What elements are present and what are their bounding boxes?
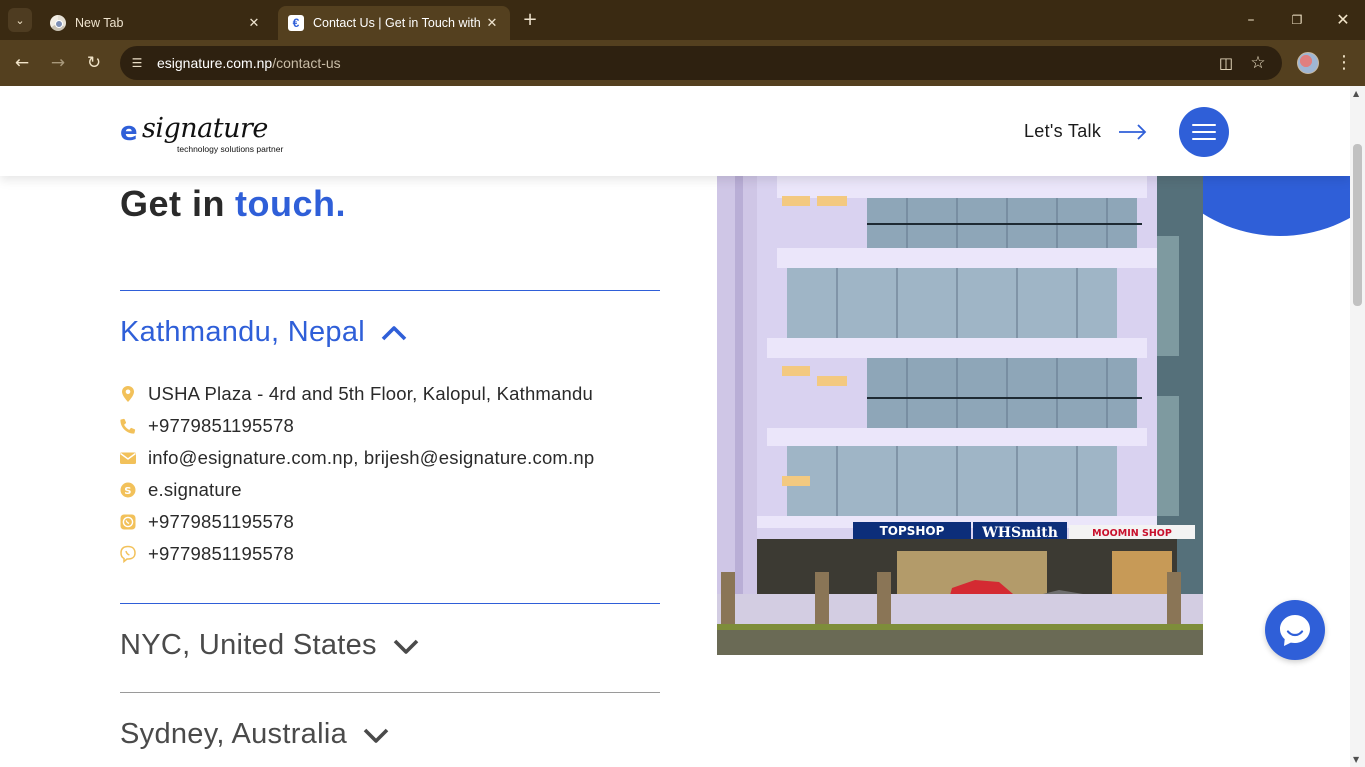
page-title-accent: touch. bbox=[235, 183, 346, 224]
scroll-up-icon[interactable]: ▲ bbox=[1353, 89, 1359, 98]
star-icon[interactable]: ☆ bbox=[1248, 53, 1268, 73]
profile-avatar[interactable] bbox=[1297, 52, 1319, 74]
accordion-nyc[interactable]: NYC, United States bbox=[120, 629, 419, 662]
accordion-sydney[interactable]: Sydney, Australia bbox=[120, 718, 389, 751]
browser-tab-strip: ⌄ New Tab ✕ € Contact Us | Get in Touch … bbox=[0, 0, 1365, 40]
site-logo[interactable]: e signature technology solutions partner bbox=[120, 113, 302, 156]
back-button[interactable]: ← bbox=[10, 51, 34, 75]
logo-wordmark: signature bbox=[142, 113, 268, 144]
arrow-left-icon: ← bbox=[14, 53, 30, 73]
skype-icon: S bbox=[119, 481, 137, 499]
hamburger-line bbox=[1192, 124, 1216, 126]
chevron-down-icon bbox=[393, 639, 419, 654]
minimize-button[interactable]: – bbox=[1228, 8, 1274, 32]
page-title: Get in touch. bbox=[120, 183, 346, 225]
close-icon[interactable]: ✕ bbox=[484, 15, 500, 31]
esignature-favicon: € bbox=[288, 15, 304, 31]
lets-talk-link[interactable]: Let's Talk bbox=[1024, 121, 1101, 142]
tab-title: New Tab bbox=[75, 16, 124, 30]
contact-text: info@esignature.com.np, brijesh@esignatu… bbox=[148, 447, 595, 468]
logo-tagline: technology solutions partner bbox=[177, 144, 284, 154]
hamburger-line bbox=[1192, 138, 1216, 140]
chat-widget-button[interactable] bbox=[1265, 600, 1325, 660]
tab-title: Contact Us | Get in Touch with e.signatu… bbox=[313, 16, 484, 30]
browser-toolbar: ← → ↻ ☰ esignature.com.np/contact-us ◫ ☆… bbox=[0, 40, 1365, 86]
page-viewport: e signature technology solutions partner… bbox=[0, 86, 1350, 767]
tab-new-tab[interactable]: New Tab ✕ bbox=[40, 6, 272, 40]
phone-icon bbox=[119, 417, 137, 435]
map-pin-icon bbox=[119, 385, 137, 403]
contact-whatsapp[interactable]: +9779851195578 bbox=[119, 510, 294, 534]
shop-sign: WHSmith bbox=[981, 525, 1058, 541]
office-name: NYC, United States bbox=[120, 629, 377, 661]
office-building-image: TOPSHOP WHSmith MOOMIN SHOP bbox=[717, 176, 1203, 655]
divider bbox=[120, 692, 660, 693]
contact-text: e.signature bbox=[148, 479, 242, 500]
chevron-down-icon: ⌄ bbox=[15, 13, 25, 27]
contact-text: +9779851195578 bbox=[148, 415, 294, 436]
chrome-icon bbox=[50, 15, 66, 31]
contact-address: USHA Plaza - 4rd and 5th Floor, Kalopul,… bbox=[119, 382, 593, 406]
site-info-button[interactable]: ☰ bbox=[124, 50, 150, 76]
logo-mark: e bbox=[120, 117, 138, 147]
close-icon[interactable]: ✕ bbox=[246, 15, 262, 31]
divider bbox=[120, 603, 660, 604]
scroll-down-icon[interactable]: ▼ bbox=[1353, 755, 1359, 764]
chevron-up-icon bbox=[381, 325, 407, 340]
viber-icon bbox=[119, 545, 137, 563]
url-text[interactable]: esignature.com.np/contact-us bbox=[157, 55, 341, 71]
more-vert-icon[interactable]: ⋮ bbox=[1334, 51, 1354, 75]
menu-button[interactable] bbox=[1179, 107, 1229, 157]
new-tab-button[interactable]: + bbox=[520, 10, 540, 30]
url-host: esignature.com.np bbox=[157, 55, 273, 71]
contact-text: USHA Plaza - 4rd and 5th Floor, Kalopul,… bbox=[148, 383, 594, 404]
url-path: /contact-us bbox=[272, 55, 341, 71]
contact-skype[interactable]: S e.signature bbox=[119, 478, 242, 502]
contact-text: +9779851195578 bbox=[148, 543, 294, 564]
accordion-kathmandu[interactable]: Kathmandu, Nepal bbox=[120, 316, 407, 349]
chevron-down-icon bbox=[363, 728, 389, 743]
envelope-icon bbox=[119, 449, 137, 467]
arrow-right-icon[interactable] bbox=[1118, 122, 1148, 142]
whatsapp-icon bbox=[119, 513, 137, 531]
install-app-icon[interactable]: ◫ bbox=[1216, 53, 1236, 73]
contact-email[interactable]: info@esignature.com.np, brijesh@esignatu… bbox=[119, 446, 594, 470]
contact-viber[interactable]: +9779851195578 bbox=[119, 542, 294, 566]
office-name: Sydney, Australia bbox=[120, 718, 348, 750]
contact-text: +9779851195578 bbox=[148, 511, 294, 532]
window-close-button[interactable]: ✕ bbox=[1320, 8, 1365, 32]
site-header: e signature technology solutions partner… bbox=[0, 86, 1350, 176]
reload-button[interactable]: ↻ bbox=[82, 51, 106, 75]
tab-search-button[interactable]: ⌄ bbox=[8, 8, 32, 32]
page-title-plain: Get in bbox=[120, 183, 226, 224]
building-illustration: TOPSHOP WHSmith MOOMIN SHOP bbox=[717, 176, 1203, 655]
office-name: Kathmandu, Nepal bbox=[120, 316, 366, 348]
chat-bubble-icon bbox=[1280, 615, 1310, 646]
tab-contact-us[interactable]: € Contact Us | Get in Touch with e.signa… bbox=[278, 6, 510, 40]
scroll-thumb[interactable] bbox=[1353, 144, 1362, 306]
plus-icon: + bbox=[522, 9, 538, 30]
page-scrollbar[interactable]: ▲ ▼ bbox=[1350, 86, 1365, 767]
forward-button[interactable]: → bbox=[46, 51, 70, 75]
arrow-right-icon: → bbox=[50, 53, 66, 73]
tune-icon: ☰ bbox=[131, 56, 143, 70]
contact-phone[interactable]: +9779851195578 bbox=[119, 414, 294, 438]
svg-text:S: S bbox=[124, 486, 131, 497]
restore-button[interactable]: ❐ bbox=[1274, 8, 1320, 32]
divider bbox=[120, 290, 660, 291]
shop-sign: MOOMIN SHOP bbox=[1092, 528, 1172, 539]
reload-icon: ↻ bbox=[86, 53, 102, 73]
shop-sign: TOPSHOP bbox=[880, 524, 945, 538]
address-bar[interactable]: ☰ esignature.com.np/contact-us ◫ ☆ bbox=[120, 46, 1282, 80]
hamburger-line bbox=[1192, 131, 1216, 133]
